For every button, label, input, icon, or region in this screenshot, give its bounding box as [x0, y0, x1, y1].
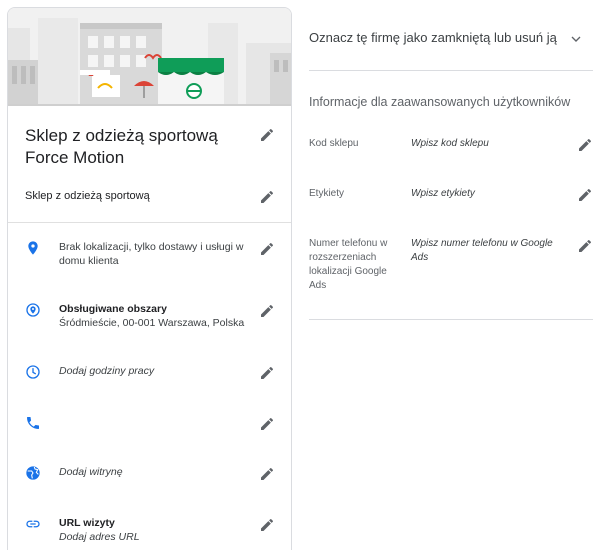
edit-store-code-pencil-icon[interactable]: [577, 137, 593, 153]
business-name: Sklep z odzieżą sportową Force Motion: [25, 126, 218, 167]
business-category: Sklep z odzieżą sportową: [25, 190, 150, 202]
edit-labels-pencil-icon[interactable]: [577, 187, 593, 203]
service-areas-title: Obsługiwane obszary: [59, 303, 167, 315]
card-divider: [8, 222, 291, 223]
edit-service-areas-pencil-icon[interactable]: [259, 303, 275, 319]
add-hours-link[interactable]: Dodaj godziny pracy: [59, 364, 249, 378]
close-or-remove-business-row[interactable]: Oznacz tę firmę jako zamkniętą lub usuń …: [309, 27, 589, 51]
location-pin-icon: [25, 240, 41, 256]
store-code-value[interactable]: Wpisz kod sklepu: [411, 137, 571, 151]
edit-website-pencil-icon[interactable]: [259, 466, 275, 482]
store-code-label: Kod sklepu: [309, 138, 359, 149]
phone-icon: [25, 415, 41, 431]
service-areas-value: Śródmieście, 00-001 Warszawa, Polska: [59, 317, 245, 329]
ads-phone-label: Numer telefonu w rozszerzeniach lokaliza…: [309, 238, 388, 291]
visit-url: URL wizyty Dodaj adres URL: [59, 516, 249, 544]
section-divider: [309, 70, 593, 71]
service-areas: Obsługiwane obszary Śródmieście, 00-001 …: [59, 302, 249, 330]
location-info: Brak lokalizacji, tylko dostawy i usługi…: [59, 241, 244, 267]
edit-name-pencil-icon[interactable]: [259, 127, 275, 143]
chevron-down-icon[interactable]: [568, 31, 584, 47]
advanced-info-title: Informacje dla zaawansowanych użytkownik…: [309, 95, 571, 109]
edit-location-pencil-icon[interactable]: [259, 241, 275, 257]
add-website-link[interactable]: Dodaj witrynę: [59, 465, 249, 479]
close-or-remove-label: Oznacz tę firmę jako zamkniętą lub usuń …: [309, 30, 557, 45]
edit-url-pencil-icon[interactable]: [259, 517, 275, 533]
ads-phone-value[interactable]: Wpisz numer telefonu w Google Ads: [411, 237, 571, 265]
business-profile-card: Sklep z odzieżą sportową Force Motion Sk…: [7, 7, 292, 550]
add-url-link[interactable]: Dodaj adres URL: [59, 531, 140, 543]
storefront-illustration: [8, 8, 291, 106]
service-area-icon: [25, 302, 41, 318]
edit-ads-phone-pencil-icon[interactable]: [577, 238, 593, 254]
clock-icon: [25, 364, 41, 380]
link-icon: [25, 516, 41, 532]
edit-phone-pencil-icon[interactable]: [259, 416, 275, 432]
advanced-section-divider: [309, 319, 593, 320]
labels-value[interactable]: Wpisz etykiety: [411, 187, 571, 201]
visit-url-title: URL wizyty: [59, 517, 115, 529]
edit-category-pencil-icon[interactable]: [259, 189, 275, 205]
globe-icon: [25, 465, 41, 481]
edit-hours-pencil-icon[interactable]: [259, 365, 275, 381]
labels-label: Etykiety: [309, 188, 345, 199]
